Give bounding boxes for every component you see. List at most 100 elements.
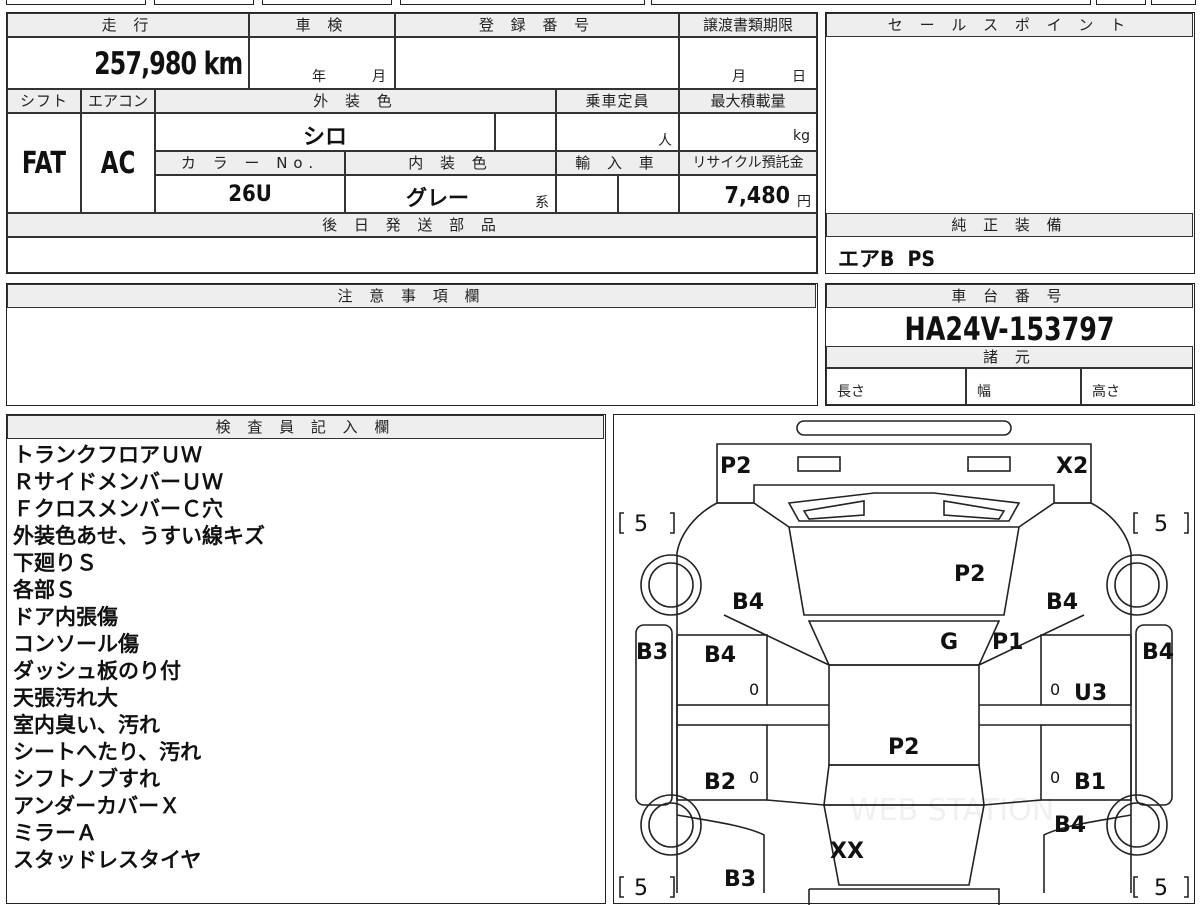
mark-left-rear-quarter: B4 — [732, 590, 764, 615]
rear-panel-outline — [716, 443, 1092, 504]
max-load-cell: kg — [679, 113, 817, 151]
inspector-note-line: 各部Ｓ — [13, 578, 76, 602]
caution-box: 注 意 事 項 欄 — [6, 283, 818, 406]
import-label: 輸 入 車 — [556, 151, 679, 175]
top-cutoff-strip — [6, 0, 1196, 6]
specs-length-label: 長さ — [837, 384, 865, 400]
chassis-value: HA24V-153797 — [904, 310, 1115, 348]
genuine-equipment-value: エアB PS — [838, 247, 935, 271]
caution-label: 注 意 事 項 欄 — [7, 284, 816, 308]
exterior-color-extra — [495, 113, 556, 151]
mark-right-fender: B4 — [1054, 813, 1086, 838]
aircon-label: エアコン — [81, 89, 155, 113]
rear-lamp-left — [797, 456, 841, 472]
genuine-equipment-label: 純 正 装 備 — [826, 213, 1193, 237]
mark-tire-br: 5 — [1154, 876, 1168, 901]
exterior-color-label: 外 装 色 — [155, 89, 556, 113]
exterior-color-cell: シロ — [155, 113, 495, 151]
inspector-note-line: スタッドレスタイヤ — [13, 848, 202, 872]
inspector-note-line: ＦクロスメンバーＣ穴 — [13, 497, 223, 521]
sales-point-content — [826, 37, 1193, 213]
mark-hood: XX — [830, 839, 864, 864]
mark-left-front-door: B2 — [704, 770, 736, 795]
rear-lamp-right — [967, 456, 1011, 472]
recycle-cell: 7,480 円 — [679, 175, 817, 213]
max-load-unit: kg — [793, 128, 810, 144]
specs-height-label: 高さ — [1092, 384, 1120, 400]
inspector-note-line: ドア内張傷 — [13, 605, 118, 629]
mark-rear-left: P2 — [720, 454, 751, 479]
mark-right-side: B4 — [1142, 640, 1174, 665]
shaken-year: 年 — [312, 69, 326, 85]
car-diagram-box: WEB STATION P2 X2 P2 B4 B4 G P1 B3 B4 B4… — [613, 414, 1195, 905]
specs-length-cell: 長さ — [826, 368, 966, 405]
transfer-deadline-cell: 月 日 — [679, 37, 817, 89]
watermark: WEB STATION — [849, 793, 1054, 828]
inspector-note-line: ダッシュ板のり付 — [13, 659, 181, 683]
mark-roof-p1: P1 — [992, 630, 1023, 655]
door-zero-2: 0 — [1050, 680, 1060, 699]
mark-roof: P2 — [888, 735, 919, 760]
sales-point-box: セ ー ル ス ポ イ ン ト 純 正 装 備 エアB PS — [825, 12, 1195, 274]
inspector-box: 検 査 員 記 入 欄 トランクフロアＵＷ ＲサイドメンバーＵＷ ＦクロスメンバーＣ… — [6, 414, 606, 904]
import-cell-a — [556, 175, 618, 213]
max-load-label: 最大積載量 — [679, 89, 817, 113]
interior-color-value: グレー — [406, 186, 469, 210]
later-parts-label: 後 日 発 送 部 品 — [7, 213, 817, 237]
transfer-month: 月 — [732, 69, 746, 85]
door-zero-4: 0 — [1050, 768, 1060, 787]
mark-right-front-door: B1 — [1074, 770, 1106, 795]
shift-label: シフト — [7, 89, 81, 113]
sales-point-label: セ ー ル ス ポ イ ン ト — [826, 13, 1193, 37]
specs-width-label: 幅 — [977, 384, 991, 400]
color-no-label: カ ラ ー No. — [155, 151, 345, 175]
mark-roof-glass: G — [940, 630, 958, 655]
rear-bumper-outline — [796, 420, 1012, 436]
mark-tire-bl: 5 — [634, 876, 648, 901]
rear-glass-pane-left — [802, 500, 865, 520]
shaken-month: 月 — [372, 69, 386, 85]
shift-cell: FAT — [7, 113, 81, 213]
capacity-unit: 人 — [658, 133, 672, 149]
inspector-note-line: アンダーカバーＸ — [13, 794, 181, 818]
inspector-note-line: 外装色あせ、うすい線キズ — [13, 524, 265, 548]
inspector-note-line: 天張汚れ大 — [13, 686, 118, 710]
exterior-color-value: シロ — [302, 125, 347, 150]
vehicle-info-form: 走 行 車 検 登 録 番 号 譲渡書類期限 257,980 km 年 月 月 … — [6, 12, 818, 274]
interior-color-suffix: 系 — [535, 195, 549, 211]
registration-label: 登 録 番 号 — [395, 13, 679, 37]
inspector-note-line: シフトノブすれ — [13, 767, 160, 791]
mark-left-rear-door: B4 — [704, 643, 736, 668]
chassis-box: 車 台 番 号 HA24V-153797 諸 元 長さ 幅 高さ — [825, 283, 1195, 406]
registration-cell — [395, 37, 679, 89]
door-zero-1: 0 — [749, 680, 759, 699]
mileage-cell: 257,980 km — [7, 37, 249, 89]
mark-front-left: B3 — [724, 867, 756, 892]
inspector-note-line: ミラーＡ — [13, 821, 97, 845]
mark-rear-glass: P2 — [954, 562, 985, 587]
specs-label: 諸 元 — [826, 346, 1193, 368]
door-zero-3: 0 — [749, 768, 759, 787]
recycle-label: リサイクル預託金 — [679, 151, 817, 175]
chassis-label: 車 台 番 号 — [826, 284, 1193, 308]
inspector-note-line: トランクフロアＵＷ — [13, 443, 202, 467]
aircon-value: AC — [100, 146, 136, 181]
recycle-unit: 円 — [797, 194, 811, 210]
inspector-note-line: 室内臭い、汚れ — [13, 713, 160, 737]
car-diagram: WEB STATION P2 X2 P2 B4 B4 G P1 B3 B4 B4… — [619, 420, 1189, 905]
later-parts-cell — [7, 237, 817, 273]
specs-width-cell: 幅 — [966, 368, 1081, 405]
inspector-label: 検 査 員 記 入 欄 — [7, 415, 604, 439]
import-cell-b — [618, 175, 679, 213]
shift-value: FAT — [21, 146, 67, 181]
mark-right-rear-door: U3 — [1074, 681, 1107, 706]
shaken-cell: 年 月 — [249, 37, 395, 89]
capacity-cell: 人 — [556, 113, 679, 151]
mileage-label: 走 行 — [7, 13, 249, 37]
roof-rear-panel — [807, 620, 1001, 666]
transfer-day: 日 — [792, 69, 806, 85]
inspector-note-line: 下廻りＳ — [13, 551, 97, 575]
inspector-note-line: コンソール傷 — [13, 632, 139, 656]
inspector-note-line: ＲサイドメンバーＵＷ — [13, 470, 223, 494]
mark-tire-tl: 5 — [634, 512, 648, 537]
